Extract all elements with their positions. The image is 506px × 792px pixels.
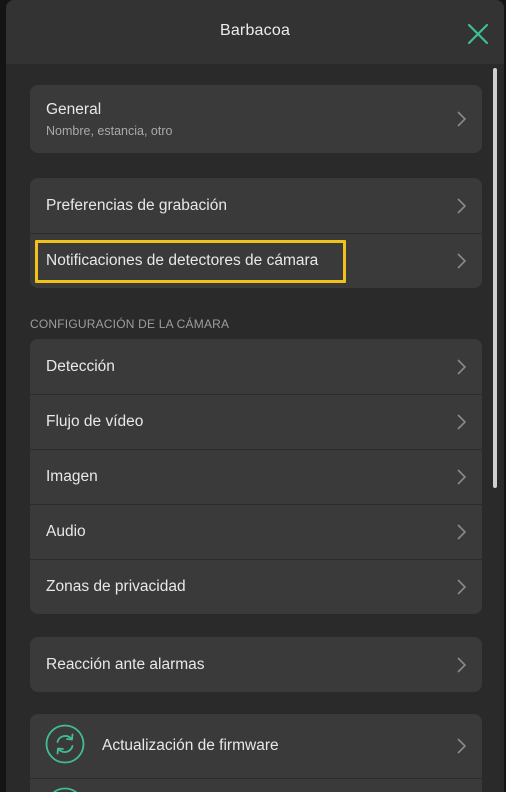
list-item-label: Detección bbox=[46, 357, 115, 375]
list-item-partial[interactable] bbox=[30, 778, 482, 792]
chevron-right-icon bbox=[457, 579, 466, 595]
group-alarms: Reacción ante alarmas bbox=[30, 637, 482, 692]
list-item-audio[interactable]: Audio bbox=[30, 504, 482, 559]
list-item-label: Imagen bbox=[46, 468, 98, 485]
alarm-reaction-label: Reacción ante alarmas bbox=[46, 655, 205, 673]
group-recording: Preferencias de grabación Notificaciones… bbox=[30, 178, 482, 288]
list-item-deteccion[interactable]: Detección bbox=[30, 339, 482, 394]
header: Barbacoa bbox=[6, 0, 504, 64]
chevron-right-icon bbox=[457, 524, 466, 540]
settings-content: General Nombre, estancia, otro Preferenc… bbox=[6, 64, 504, 792]
scrollbar-thumb[interactable] bbox=[493, 68, 497, 488]
camera-notifications-label: Notificaciones de detectores de cámara bbox=[46, 252, 319, 269]
page-title: Barbacoa bbox=[219, 22, 291, 39]
list-item-label: Flujo de vídeo bbox=[46, 413, 144, 430]
alarm-reaction-row[interactable]: Reacción ante alarmas bbox=[30, 637, 482, 692]
status-icon bbox=[52, 787, 78, 792]
list-item-imagen[interactable]: Imagen bbox=[30, 449, 482, 504]
list-item-zonas-privacidad[interactable]: Zonas de privacidad bbox=[30, 559, 482, 614]
group-general: General Nombre, estancia, otro bbox=[30, 85, 482, 153]
refresh-icon bbox=[45, 724, 85, 764]
chevron-right-icon bbox=[457, 358, 466, 375]
chevron-right-icon bbox=[457, 656, 466, 673]
settings-window: Barbacoa General Nombre, estancia, otro … bbox=[6, 0, 504, 792]
chevron-right-icon bbox=[457, 253, 466, 269]
list-item-label: Zonas de privacidad bbox=[46, 578, 186, 595]
list-item-label: Audio bbox=[46, 523, 86, 540]
general-label: General bbox=[46, 101, 102, 118]
section-camera-config-title: CONFIGURACIÓN DE LA CÁMARA bbox=[30, 317, 230, 331]
general-sublabel: Nombre, estancia, otro bbox=[46, 124, 173, 138]
recording-preferences-row[interactable]: Preferencias de grabación bbox=[30, 178, 482, 233]
recording-preferences-label: Preferencias de grabación bbox=[46, 196, 227, 214]
group-firmware: Actualización de firmware bbox=[30, 714, 482, 792]
close-icon bbox=[467, 23, 489, 45]
firmware-update-label: Actualización de firmware bbox=[102, 737, 279, 754]
general-row[interactable]: General Nombre, estancia, otro bbox=[30, 85, 482, 153]
camera-notifications-row[interactable]: Notificaciones de detectores de cámara bbox=[30, 233, 482, 288]
list-item-flujo-video[interactable]: Flujo de vídeo bbox=[30, 394, 482, 449]
chevron-right-icon bbox=[457, 197, 466, 214]
chevron-right-icon bbox=[457, 469, 466, 485]
firmware-update-row[interactable]: Actualización de firmware bbox=[30, 714, 482, 778]
chevron-right-icon bbox=[457, 414, 466, 430]
chevron-right-icon bbox=[457, 111, 466, 127]
close-button[interactable] bbox=[464, 20, 492, 48]
chevron-right-icon bbox=[457, 738, 466, 754]
group-camera-config: Detección Flujo de vídeo Imagen Audio Zo… bbox=[30, 339, 482, 614]
